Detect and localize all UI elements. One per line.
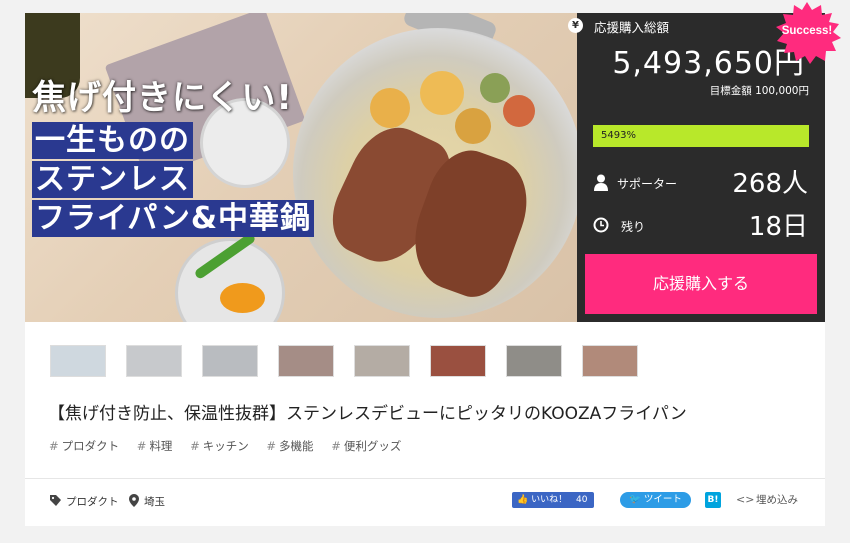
tag-label: 便利グッズ xyxy=(343,439,402,453)
tag-label: キッチン xyxy=(202,439,249,453)
thumbnail-8[interactable] xyxy=(582,345,638,377)
hero-line-2: ステンレス xyxy=(32,161,193,198)
code-icon: <> xyxy=(736,493,755,506)
location-pin-icon xyxy=(129,494,139,507)
thumbnail-2[interactable] xyxy=(126,345,182,377)
thumbs-up-icon: 👍 xyxy=(517,495,529,505)
progress-bar: 5493% xyxy=(593,125,809,147)
hero-line-1: 一生ものの xyxy=(32,122,193,159)
tag-item[interactable]: # プロダクト xyxy=(49,438,119,454)
thumbnail-7[interactable] xyxy=(506,345,562,377)
thumbnail-5[interactable] xyxy=(354,345,410,377)
hero-line-3: フライパン&中華鍋 xyxy=(32,200,315,237)
tweet-button[interactable]: 🐦 ツイート xyxy=(620,492,691,508)
thumbnail-6[interactable] xyxy=(430,345,486,377)
thumbnail-1[interactable] xyxy=(50,345,106,377)
like-count: 40 xyxy=(576,495,588,505)
success-badge-label: Success! xyxy=(781,25,833,37)
thumbnail-4[interactable] xyxy=(278,345,334,377)
clock-icon xyxy=(593,217,609,233)
total-label: 応援購入総額 xyxy=(594,20,670,35)
tag-item[interactable]: # 便利グッズ xyxy=(331,438,401,454)
project-title: 【焦げ付き防止、保温性抜群】ステンレスデビューにピッタリのKOOZAフライパン xyxy=(48,404,687,424)
tweet-label: ツイート xyxy=(643,494,682,505)
supporter-count: 268人 xyxy=(732,169,808,199)
tag-item[interactable]: # 多機能 xyxy=(266,438,313,454)
hatena-bookmark-button[interactable]: B! xyxy=(705,492,721,508)
project-hero-image[interactable]: 焦げ付きにくい! 一生ものの ステンレス フライパン&中華鍋 xyxy=(25,13,577,322)
support-purchase-button[interactable]: 応援購入する xyxy=(585,254,817,314)
like-label: いいね！ xyxy=(531,495,568,505)
tag-label: 料理 xyxy=(149,439,173,453)
tag-icon xyxy=(50,495,61,506)
tag-item[interactable]: # 料理 xyxy=(137,438,173,454)
target-amount: 目標金額 100,000円 xyxy=(709,85,809,97)
progress-percent: 5493% xyxy=(601,130,636,141)
tag-label: 多機能 xyxy=(279,439,314,453)
person-icon xyxy=(594,174,608,191)
remaining-label: 残り xyxy=(621,220,646,234)
remaining-count: 18日 xyxy=(748,212,808,242)
category-link[interactable]: プロダクト xyxy=(66,494,119,509)
tag-item[interactable]: # キッチン xyxy=(190,438,249,454)
tag-list: # プロダクト # 料理 # キッチン # 多機能 # 便利グッズ xyxy=(49,438,415,456)
embed-link[interactable]: 埋め込み xyxy=(756,492,798,508)
yen-icon: ¥ xyxy=(568,18,583,33)
twitter-bird-icon: 🐦 xyxy=(629,494,641,505)
location-link[interactable]: 埼玉 xyxy=(144,494,165,509)
success-badge: Success! xyxy=(772,2,842,64)
tag-label: プロダクト xyxy=(61,439,120,453)
divider xyxy=(25,478,825,479)
hero-headline: 焦げ付きにくい! xyxy=(32,78,293,118)
thumbnail-3[interactable] xyxy=(202,345,258,377)
